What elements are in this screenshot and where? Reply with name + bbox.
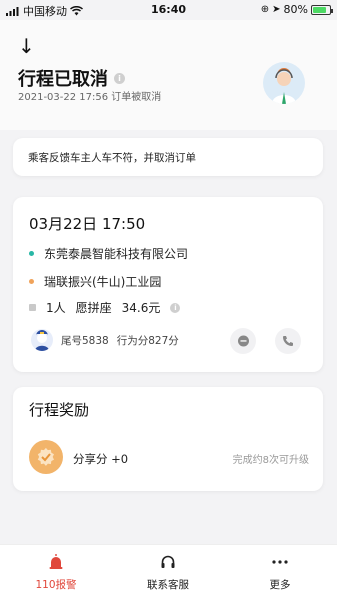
- destination-address: 瑞联振兴(牛山)工业园: [44, 275, 162, 289]
- phone-icon: [283, 336, 293, 346]
- location-icon: ➤: [272, 4, 281, 15]
- trip-card: 03月22日 17:50 东莞泰晨智能科技有限公司 瑞联振兴(牛山)工业园 1人…: [13, 197, 323, 372]
- battery-icon: [311, 4, 333, 15]
- support-agent-avatar: [263, 62, 305, 104]
- passenger-count: 1人: [46, 301, 66, 315]
- origin-dot-icon: [29, 251, 34, 256]
- seat-icon: [29, 304, 36, 311]
- more-dots-icon: [272, 560, 288, 564]
- cancel-reason-text: 乘客反馈车主人车不符，并取消订单: [28, 152, 196, 164]
- price-info-icon[interactable]: i: [170, 302, 181, 313]
- chat-icon: [237, 335, 249, 346]
- trip-meta: 1人 愿拼座 34.6元 i: [29, 299, 181, 316]
- share-score: 分享分 +0: [73, 452, 129, 466]
- upgrade-hint: 完成约8次可升级: [232, 455, 309, 466]
- battery-percent: 80%: [283, 3, 308, 16]
- destination-dot-icon: [29, 279, 34, 284]
- rider-info: 尾号5838 行为分827分: [31, 329, 179, 351]
- share-score-badge-icon: [29, 440, 63, 474]
- price: 34.6元: [121, 301, 161, 315]
- call-button[interactable]: [275, 328, 301, 354]
- tab-customer-service[interactable]: 联系客服: [128, 553, 208, 592]
- cancel-reason-card: 乘客反馈车主人车不符，并取消订单: [13, 138, 323, 176]
- cancel-time: 2021-03-22 17:56 订单被取消: [18, 92, 162, 103]
- headset-icon: [161, 555, 175, 568]
- reward-title: 行程奖励: [29, 401, 90, 419]
- rider-behavior-score: 行为分827分: [116, 334, 179, 347]
- trip-datetime: 03月22日 17:50: [29, 215, 146, 233]
- alarm-siren-icon: [49, 554, 63, 569]
- rider-avatar: [31, 329, 53, 351]
- tab-110-alarm[interactable]: 110报警: [16, 553, 96, 592]
- message-button[interactable]: [230, 328, 256, 354]
- header: ↓ 行程已取消 i 2021-03-22 17:56 订单被取消: [0, 20, 337, 130]
- info-icon[interactable]: i: [114, 72, 125, 84]
- carpool-label: 愿拼座: [75, 301, 112, 315]
- status-bar: 中国移动 16:40 ⊕ ➤ 80%: [0, 0, 337, 20]
- destination-row: 瑞联振兴(牛山)工业园: [29, 273, 161, 290]
- back-arrow-icon[interactable]: ↓: [18, 34, 35, 58]
- lock-rotation-icon: ⊕: [260, 4, 270, 15]
- tab-label: 联系客服: [147, 579, 189, 591]
- origin-address: 东莞泰晨智能科技有限公司: [44, 247, 189, 261]
- reward-card: 行程奖励 分享分 +0 完成约8次可升级: [13, 387, 323, 491]
- bottom-tabbar: 110报警 联系客服 更多: [0, 544, 337, 600]
- tab-label: 更多: [269, 579, 291, 591]
- origin-row: 东莞泰晨智能科技有限公司: [29, 245, 188, 262]
- rider-phone-tail: 尾号5838: [61, 334, 109, 347]
- tab-more[interactable]: 更多: [240, 553, 320, 592]
- tab-label: 110报警: [35, 579, 77, 591]
